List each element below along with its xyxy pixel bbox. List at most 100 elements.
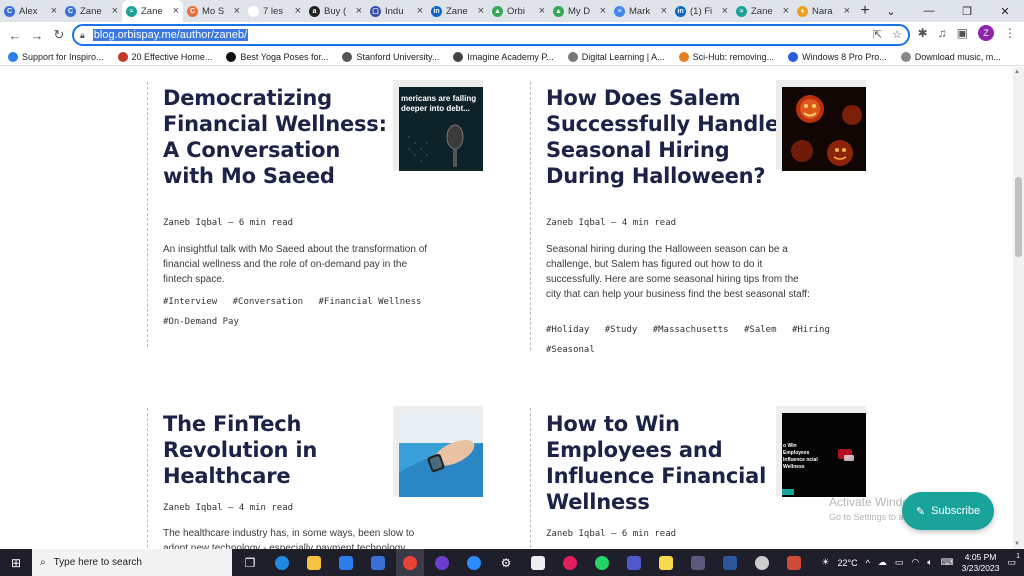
language-indicator[interactable]: ⌨ — [941, 557, 954, 568]
bookmark-item[interactable]: Windows 8 Pro Pro... — [788, 51, 887, 62]
close-icon[interactable]: × — [844, 5, 850, 17]
volume-icon[interactable]: 🔈︎ — [927, 557, 932, 568]
word-icon[interactable] — [716, 549, 744, 576]
browser-tab[interactable]: C Alex × — [0, 0, 61, 22]
post-title-line[interactable]: with Mo Saeed — [163, 163, 387, 189]
browser-tab[interactable]: C Mo S × — [183, 0, 244, 22]
scroll-up-icon[interactable]: ▲ — [1014, 69, 1020, 75]
taskbar-search[interactable]: ⌕ Type here to search — [32, 549, 232, 576]
browser-tab[interactable]: ▲ Orbi × — [488, 0, 549, 22]
browser-tab[interactable]: ▢ Indu × — [366, 0, 427, 22]
close-icon[interactable]: × — [600, 5, 606, 17]
post-title-line[interactable]: Seasonal Hiring — [546, 137, 779, 163]
bookmark-item[interactable]: Sci-Hub: removing... — [678, 51, 774, 62]
whatsapp-icon[interactable] — [588, 549, 616, 576]
post-card[interactable]: How to Win Employees and Influence Finan… — [530, 406, 870, 549]
file-explorer-icon[interactable] — [300, 549, 328, 576]
settings-gear-icon[interactable]: ⚙ — [492, 549, 520, 576]
chevron-down-icon[interactable]: ⌄ — [872, 0, 910, 22]
edge-icon[interactable] — [268, 549, 296, 576]
close-icon[interactable]: × — [173, 5, 179, 17]
close-icon[interactable]: × — [783, 5, 789, 17]
post-title-line[interactable]: Financial Wellness: — [163, 111, 387, 137]
avatar[interactable]: Z — [978, 25, 994, 41]
teams-icon[interactable] — [620, 549, 648, 576]
address-bar[interactable]: 🔒︎ blog.orbispay.me/author/zaneb/ ⇱ ☆ — [72, 24, 910, 46]
wifi-icon[interactable]: ◠ — [911, 557, 919, 568]
browser-tab[interactable]: C Zane × — [61, 0, 122, 22]
battery-icon[interactable]: ▭ — [895, 557, 904, 568]
bookmark-item[interactable]: 20 Effective Home... — [117, 51, 212, 62]
side-panel-icon[interactable]: ▣ — [957, 26, 968, 40]
bookmark-item[interactable]: Best Yoga Poses for... — [226, 51, 328, 62]
close-icon[interactable]: × — [356, 5, 362, 17]
close-icon[interactable]: × — [295, 5, 301, 17]
notepad-icon[interactable] — [524, 549, 552, 576]
sticky-notes-icon[interactable] — [652, 549, 680, 576]
bookmark-star-icon[interactable]: ☆ — [892, 28, 902, 41]
post-title-line[interactable]: How Does Salem — [546, 85, 779, 111]
zoom-icon[interactable] — [460, 549, 488, 576]
extensions-icon[interactable]: ✱ — [918, 26, 928, 40]
close-icon[interactable]: × — [539, 5, 545, 17]
weather-text[interactable]: 22°C — [838, 558, 858, 568]
close-icon[interactable]: × — [722, 5, 728, 17]
bookmark-item[interactable]: Download music, m... — [900, 51, 1001, 62]
back-button[interactable]: ← — [4, 24, 26, 46]
author-name[interactable]: Zaneb Iqbal — [163, 218, 223, 228]
tag-link[interactable]: #Massachusetts — [653, 320, 729, 340]
browser-tab[interactable]: ≈ Zane × — [122, 0, 183, 22]
close-icon[interactable]: × — [417, 5, 423, 17]
post-title-line[interactable]: Successfully Handle — [546, 111, 779, 137]
cloud-icon[interactable]: ☁ — [878, 557, 887, 568]
browser-tab[interactable]: ♦ Nara × — [793, 0, 854, 22]
close-icon[interactable]: × — [112, 5, 118, 17]
close-icon[interactable]: × — [234, 5, 240, 17]
store-icon[interactable] — [364, 549, 392, 576]
tag-link[interactable]: #Seasonal — [546, 340, 595, 360]
author-name[interactable]: Zaneb Iqbal — [546, 218, 606, 228]
post-thumbnail[interactable] — [399, 413, 483, 497]
bookmark-item[interactable]: Digital Learning | A... — [567, 51, 665, 62]
clock[interactable]: 4:05 PM 3/23/2023 — [962, 552, 1000, 574]
post-title-line[interactable]: Healthcare — [163, 463, 317, 489]
browser-tab[interactable]: in Zane × — [427, 0, 488, 22]
app-icon[interactable] — [684, 549, 712, 576]
page-scrollbar[interactable]: ▲ ▼ — [1013, 67, 1024, 549]
tag-link[interactable]: #Study — [605, 320, 638, 340]
post-title[interactable]: Democratizing Financial Wellness: A Conv… — [163, 85, 387, 189]
forward-button[interactable]: → — [26, 24, 48, 46]
scrollbar-thumb[interactable] — [1015, 177, 1022, 257]
close-icon[interactable]: × — [661, 5, 667, 17]
browser-tab[interactable]: ▲ My D × — [549, 0, 610, 22]
url-text[interactable]: blog.orbispay.me/author/zaneb/ — [92, 29, 249, 41]
media-player-icon[interactable] — [428, 549, 456, 576]
bookmark-item[interactable]: Stanford University... — [342, 51, 439, 62]
weather-icon[interactable]: ☀ — [821, 557, 829, 568]
post-title-line[interactable]: Democratizing — [163, 85, 387, 111]
browser-tab[interactable]: 7 les × — [244, 0, 305, 22]
post-title-line[interactable]: How to Win — [546, 411, 766, 437]
reload-button[interactable]: ↻ — [48, 24, 70, 46]
post-title[interactable]: How to Win Employees and Influence Finan… — [546, 411, 766, 515]
post-thumbnail[interactable] — [782, 87, 866, 171]
post-title-line[interactable]: A Conversation — [163, 137, 387, 163]
app-icon[interactable] — [748, 549, 776, 576]
author-name[interactable]: Zaneb Iqbal — [546, 529, 606, 539]
post-title-line[interactable]: Influence Financial — [546, 463, 766, 489]
subscribe-button[interactable]: ✎ Subscribe — [902, 492, 994, 530]
browser-tab[interactable]: in (1) Fi × — [671, 0, 732, 22]
share-icon[interactable]: ⇱ — [873, 28, 882, 41]
slack-icon[interactable] — [556, 549, 584, 576]
close-icon[interactable]: × — [478, 5, 484, 17]
menu-icon[interactable]: ⋮ — [1004, 26, 1016, 40]
mail-icon[interactable] — [332, 549, 360, 576]
post-title-line[interactable]: Wellness — [546, 489, 766, 515]
bookmark-item[interactable]: Imagine Academy P... — [453, 51, 554, 62]
post-title-line[interactable]: During Halloween? — [546, 163, 779, 189]
tag-link[interactable]: #Hiring — [792, 320, 830, 340]
author-name[interactable]: Zaneb Iqbal — [163, 503, 223, 513]
tag-link[interactable]: #Holiday — [546, 320, 589, 340]
browser-tab[interactable]: ≡ Mark × — [610, 0, 671, 22]
post-thumbnail[interactable]: mericans are falling deeper into debt... — [399, 87, 483, 171]
